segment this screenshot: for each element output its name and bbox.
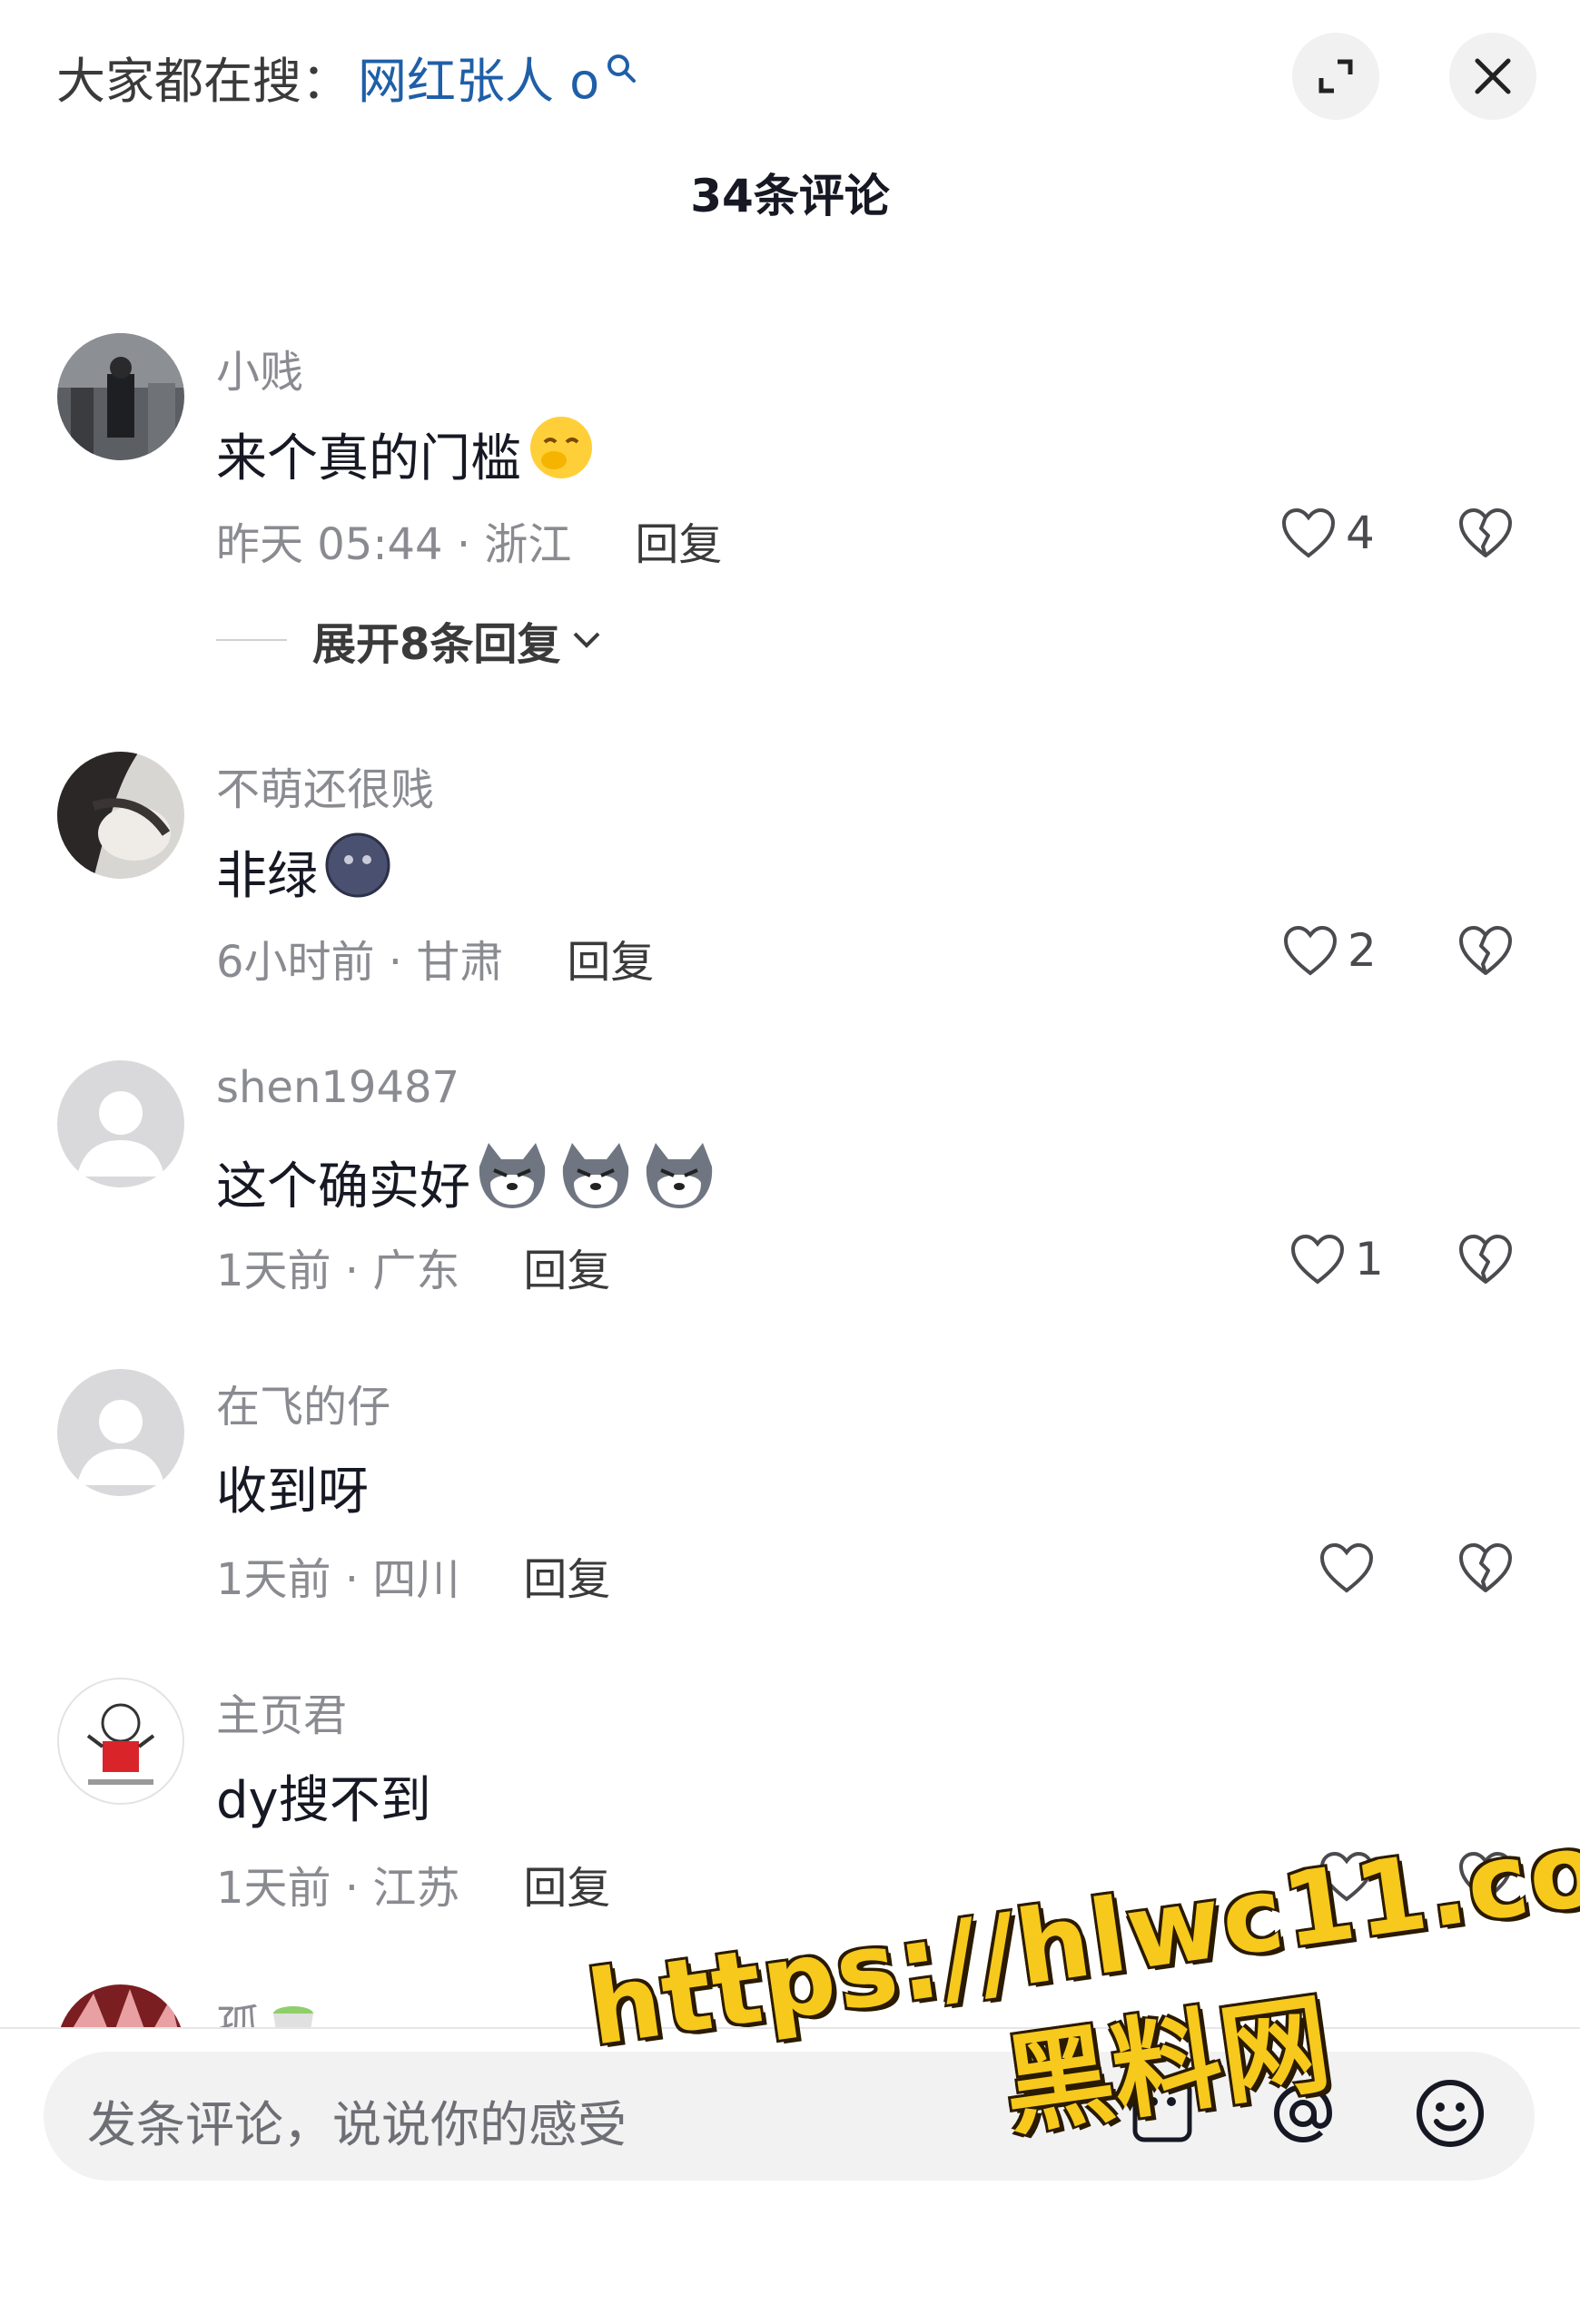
comment-text: 收到呀 (216, 1451, 369, 1524)
comment-text-body: dy搜不到 (216, 1771, 431, 1830)
comment-time-location: 6小时前 · 甘肃 (216, 937, 504, 988)
reply-button[interactable]: 回复 (635, 508, 722, 572)
chevron-down-icon (573, 632, 600, 648)
expand-replies-button[interactable]: 展开8条回复 (216, 608, 604, 672)
broken-heart-icon (1459, 1852, 1512, 1901)
expand-icon (1318, 59, 1353, 94)
username[interactable]: 在飞的仔 (216, 1371, 390, 1434)
dislike-button[interactable] (1457, 507, 1514, 563)
comment-text-body: 来个真的门槛 (216, 428, 521, 488)
comment-text-body: 这个确实好 (216, 1157, 470, 1216)
comment-text-body: 收到呀 (216, 1462, 369, 1521)
like-count: 4 (1346, 507, 1375, 559)
username[interactable]: 主页君 (216, 1679, 347, 1743)
avatar[interactable] (57, 1678, 184, 1805)
like-button[interactable] (1318, 1541, 1375, 1594)
husky-face-emoji (476, 1139, 721, 1225)
hot-search-term[interactable]: 网红张人 o (358, 41, 599, 113)
like-button[interactable]: 1 (1289, 1233, 1384, 1285)
comment-meta: 1天前 · 广东 回复 (216, 1235, 610, 1298)
comment-count-title: 34条评论 (690, 170, 890, 222)
covering-mouth-emoji (527, 413, 596, 495)
reply-button[interactable]: 回复 (523, 1852, 610, 1915)
default-user-icon (77, 1400, 164, 1485)
reply-button[interactable]: 回复 (567, 926, 654, 990)
dislike-button[interactable] (1457, 1541, 1514, 1598)
photo-icon (1132, 2079, 1192, 2142)
like-count: 2 (1348, 924, 1377, 977)
expand-button[interactable] (1292, 33, 1379, 120)
avatar[interactable] (57, 333, 184, 460)
tea-cup-icon (273, 2006, 314, 2027)
comment-meta: 6小时前 · 甘肃 回复 (216, 926, 654, 990)
avatar[interactable] (57, 1060, 184, 1187)
mention-button[interactable] (1264, 2074, 1342, 2156)
avatar[interactable] (57, 752, 184, 879)
expand-replies-label: 展开8条回复 (312, 619, 561, 670)
like-count: 1 (1355, 1233, 1384, 1285)
input-divider (0, 2027, 1580, 2029)
dislike-button[interactable] (1457, 1850, 1514, 1906)
broken-heart-icon (1459, 926, 1512, 975)
like-button[interactable]: 4 (1280, 507, 1375, 559)
username[interactable]: 小贱 (216, 336, 303, 399)
heart-icon (1319, 1542, 1374, 1593)
username-text: 孤 (216, 2001, 261, 2027)
username[interactable]: shen19487 (216, 1062, 459, 1113)
like-button[interactable]: 2 (1282, 924, 1377, 977)
broken-heart-icon (1459, 508, 1512, 557)
comment-time-location: 昨天 05:44 · 浙江 (216, 519, 572, 570)
hot-search-bar[interactable]: 大家都在搜： 网红张人 o (56, 44, 637, 110)
default-user-icon (77, 1091, 164, 1177)
divider-line (216, 639, 287, 641)
username[interactable]: 不萌还很贱 (216, 753, 434, 817)
avatar[interactable] (57, 1984, 184, 2027)
reply-button[interactable]: 回复 (523, 1543, 610, 1607)
comment-text: dy搜不到 (216, 1759, 431, 1833)
comment-meta: 昨天 05:44 · 浙江 回复 (216, 508, 722, 572)
search-icon[interactable] (605, 39, 637, 96)
close-icon (1475, 58, 1511, 94)
comment-time-location: 1天前 · 四川 (216, 1554, 460, 1605)
username[interactable]: 孤 (216, 1990, 318, 2027)
image-sticker-button[interactable] (1126, 2074, 1199, 2151)
comment-item: 孤 (0, 1979, 1580, 2027)
comment-meta: 1天前 · 江苏 回复 (216, 1852, 610, 1915)
smile-icon (1417, 2080, 1484, 2147)
dark-moon-face-emoji (323, 831, 392, 912)
hot-search-prefix: 大家都在搜： (56, 52, 351, 110)
broken-heart-icon (1459, 1235, 1512, 1284)
heart-icon (1319, 1851, 1374, 1902)
comment-text: 这个确实好 (216, 1139, 721, 1225)
dislike-button[interactable] (1457, 1233, 1514, 1289)
comment-input-placeholder: 发条评论，说说你的感受 (87, 2096, 627, 2153)
reply-button[interactable]: 回复 (523, 1235, 610, 1298)
dislike-button[interactable] (1457, 924, 1514, 980)
like-button[interactable] (1318, 1850, 1375, 1903)
heart-icon (1281, 507, 1336, 558)
comment-time-location: 1天前 · 广东 (216, 1246, 460, 1296)
comment-meta: 1天前 · 四川 回复 (216, 1543, 610, 1607)
comment-time-location: 1天前 · 江苏 (216, 1863, 460, 1914)
comment-text-body: 非绿 (216, 846, 318, 906)
comment-text: 来个真的门槛 (216, 413, 596, 495)
at-icon (1273, 2083, 1333, 2143)
emoji-button[interactable] (1411, 2074, 1489, 2156)
close-button[interactable] (1449, 33, 1536, 120)
heart-icon (1283, 925, 1338, 976)
broken-heart-icon (1459, 1543, 1512, 1592)
heart-icon (1290, 1234, 1345, 1285)
avatar[interactable] (57, 1369, 184, 1496)
comment-text: 非绿 (216, 831, 392, 912)
